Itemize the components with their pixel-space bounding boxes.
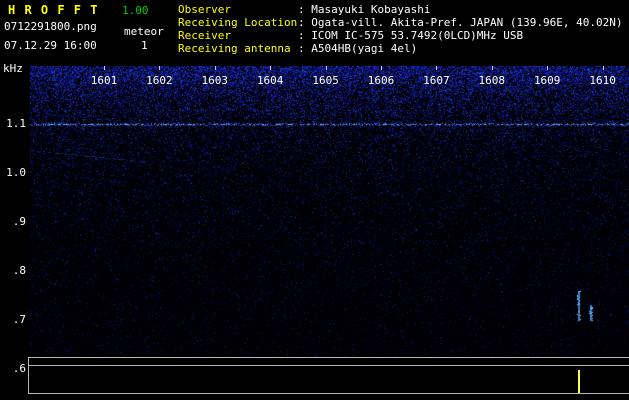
info-row: Receiver : ICOM IC-575 53.7492(0LCD)MHz U…: [178, 29, 623, 42]
level-graph-top-line: [28, 357, 629, 358]
freq-tick-label: .9: [12, 215, 26, 228]
info-row: Receiving antenna : A504HB(yagi 4el): [178, 42, 623, 55]
freq-tick-label: 1.0: [6, 166, 26, 179]
info-value: : A504HB(yagi 4el): [298, 42, 418, 55]
info-label: Receiving antenna: [178, 42, 291, 55]
spectrogram-canvas: [30, 66, 629, 358]
freq-unit-label: kHz: [3, 62, 23, 75]
output-filename: 0712291800.png: [4, 20, 97, 33]
info-value: : Ogata-vill. Akita-Pref. JAPAN (139.96E…: [298, 16, 623, 29]
info-label: Receiver: [178, 29, 231, 42]
meteor-counter-label: meteor: [124, 25, 164, 38]
header-info: Observer : Masayuki Kobayashi Receiving Lo…: [178, 3, 623, 55]
hrofft-window: H R O F F T 1.00 0712291800.png meteor 0…: [0, 0, 629, 400]
freq-tick-label: .6: [12, 362, 26, 375]
level-graph-left-edge: [28, 357, 29, 394]
level-graph-bottom-line: [28, 393, 629, 394]
app-title: H R O F F T: [8, 3, 99, 17]
level-graph-upper-line: [28, 365, 629, 366]
info-label: Receiving Location: [178, 16, 298, 29]
meteor-counter-value: 1: [141, 39, 148, 52]
info-value: : Masayuki Kobayashi: [298, 3, 431, 16]
app-version: 1.00: [122, 4, 149, 17]
observation-timestamp: 07.12.29 16:00: [4, 39, 97, 52]
info-label: Observer: [178, 3, 231, 16]
freq-tick-label: .7: [12, 313, 26, 326]
info-row: Receiving Location: Ogata-vill. Akita-Pr…: [178, 16, 623, 29]
meteor-spike: [578, 370, 580, 393]
info-row: Observer : Masayuki Kobayashi: [178, 3, 623, 16]
info-value: : ICOM IC-575 53.7492(0LCD)MHz USB: [298, 29, 524, 42]
freq-tick-label: .8: [12, 264, 26, 277]
freq-tick-label: 1.1: [6, 117, 26, 130]
